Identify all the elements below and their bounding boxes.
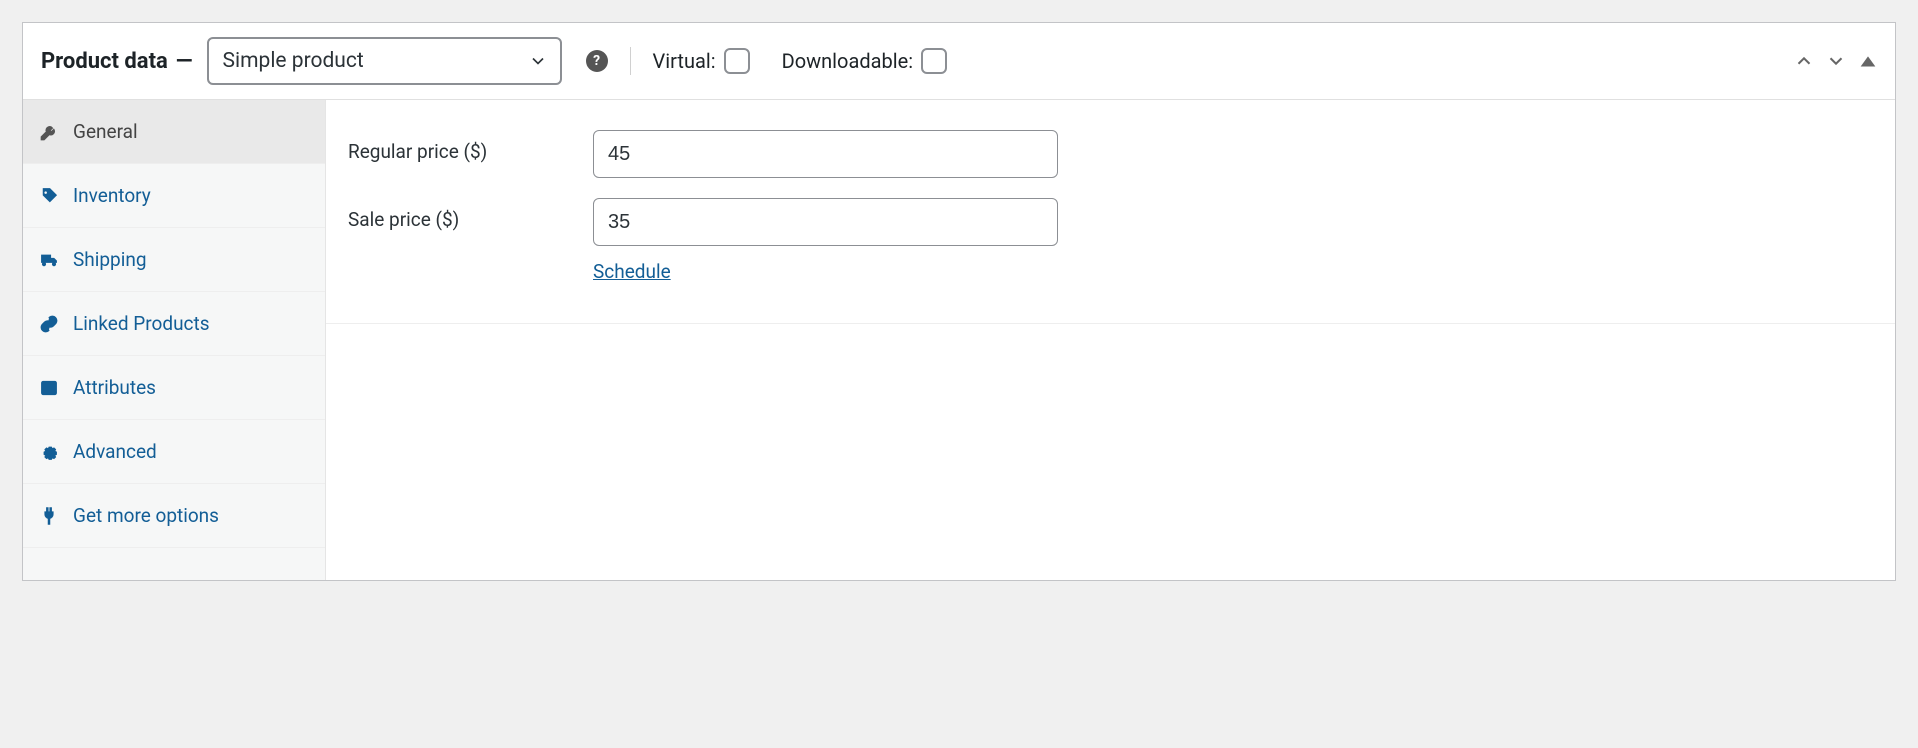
title-separator: — [176, 49, 193, 74]
tab-label: General [73, 120, 138, 143]
product-type-value: Simple product [223, 49, 364, 73]
general-settings: Regular price ($) Sale price ($) Schedul… [326, 100, 1895, 324]
move-down-button[interactable] [1825, 50, 1847, 72]
plug-icon [39, 506, 59, 526]
move-up-button[interactable] [1793, 50, 1815, 72]
list-icon [39, 378, 59, 398]
tab-advanced[interactable]: Advanced [23, 420, 325, 484]
virtual-label: Virtual: [653, 49, 716, 73]
tag-icon [39, 186, 59, 206]
virtual-field: Virtual: [653, 48, 750, 74]
downloadable-checkbox[interactable] [921, 48, 947, 74]
wrench-icon [39, 122, 59, 142]
downloadable-label: Downloadable: [782, 49, 913, 73]
sale-price-label: Sale price ($) [348, 198, 593, 231]
tab-linked-products[interactable]: Linked Products [23, 292, 325, 356]
help-icon[interactable]: ? [586, 50, 608, 72]
tab-label: Inventory [73, 184, 151, 207]
tab-content: Regular price ($) Sale price ($) Schedul… [326, 100, 1895, 580]
tab-label: Advanced [73, 440, 157, 463]
product-data-panel: Product data — Simple product ? Virtual:… [22, 22, 1896, 581]
regular-price-row: Regular price ($) [348, 120, 1873, 188]
tab-label: Attributes [73, 376, 156, 399]
regular-price-input[interactable] [593, 130, 1058, 178]
tab-shipping[interactable]: Shipping [23, 228, 325, 292]
collapse-toggle[interactable] [1857, 50, 1879, 72]
panel-title: Product data [41, 49, 168, 74]
tab-label: Shipping [73, 248, 147, 271]
sale-price-input[interactable] [593, 198, 1058, 246]
gear-icon [39, 442, 59, 462]
virtual-checkbox[interactable] [724, 48, 750, 74]
panel-controls [1793, 50, 1879, 72]
tab-attributes[interactable]: Attributes [23, 356, 325, 420]
link-icon [39, 314, 59, 334]
schedule-link[interactable]: Schedule [593, 260, 671, 283]
separator [630, 47, 631, 75]
panel-header: Product data — Simple product ? Virtual:… [23, 23, 1895, 100]
chevron-down-icon [528, 51, 548, 71]
truck-icon [39, 250, 59, 270]
sale-price-row: Sale price ($) Schedule [348, 188, 1873, 293]
tabs: General Inventory Shipping Linked Produc… [23, 100, 326, 580]
tab-inventory[interactable]: Inventory [23, 164, 325, 228]
panel-body: General Inventory Shipping Linked Produc… [23, 100, 1895, 580]
regular-price-label: Regular price ($) [348, 130, 593, 163]
tab-get-more-options[interactable]: Get more options [23, 484, 325, 548]
tab-label: Get more options [73, 504, 219, 527]
tab-general[interactable]: General [23, 100, 325, 164]
tab-label: Linked Products [73, 312, 210, 335]
product-type-select[interactable]: Simple product [207, 37, 562, 85]
downloadable-field: Downloadable: [782, 48, 947, 74]
